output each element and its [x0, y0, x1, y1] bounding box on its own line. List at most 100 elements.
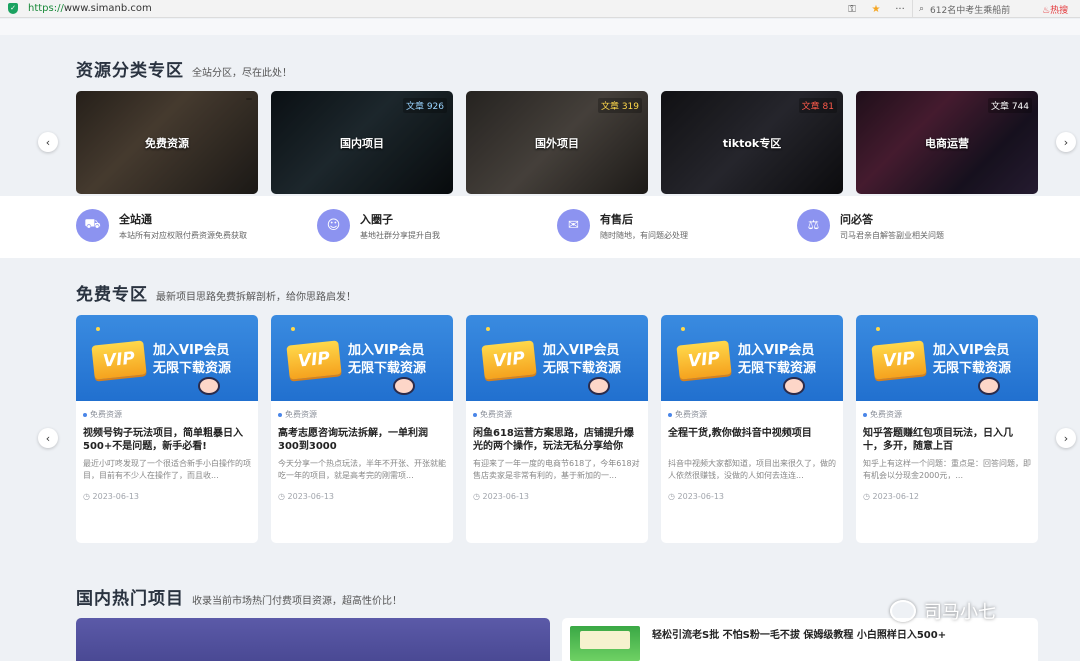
hot-item-title[interactable]: 轻松引流老S批 不怕S粉一毛不拔 保姆级教程 小白照样日入500+: [652, 626, 946, 641]
free-next-button[interactable]: ›: [1056, 428, 1076, 448]
carousel-next-button[interactable]: ›: [1056, 132, 1076, 152]
url-field[interactable]: https://www.simanb.com: [28, 3, 152, 14]
hand-icon: [978, 377, 1000, 395]
section-title: 资源分类专区: [76, 61, 184, 81]
chevron-left-icon: ‹: [45, 135, 51, 149]
clock-icon: ◷: [278, 492, 288, 501]
card-title[interactable]: 高考志愿咨询玩法拆解，一单利润300到3000: [278, 427, 446, 453]
hot-feature-banner[interactable]: [76, 618, 550, 661]
feature-desc: 本站所有对应权限付费资源免费获取: [119, 230, 247, 240]
feature-after-sales[interactable]: ✉ 有售后 随时随地，有问题必处理: [557, 209, 688, 242]
chevron-right-icon: ›: [1063, 135, 1069, 149]
card-excerpt: 最近小叮咚发现了一个很适合新手小白操作的项目，目前有不少人在操作了，而且收...: [83, 459, 251, 480]
hot-search-link[interactable]: ♨热搜: [1042, 3, 1080, 16]
card-title[interactable]: 闲鱼618运营方案思路，店铺提升爆光的两个操作，玩法无私分享给你: [473, 427, 641, 453]
free-heading: 免费专区 最新项目思路免费拆解剖析，给你思路启发！: [76, 280, 356, 305]
category-card-foreign[interactable]: 文章 319 国外项目: [466, 91, 648, 194]
hot-list-item[interactable]: 轻松引流老S批 不怕S粉一毛不拔 保姆级教程 小白照样日入500+: [562, 618, 1038, 661]
chevron-right-icon: ›: [1063, 431, 1069, 445]
banner-line1: 加入VIP会员: [738, 343, 815, 358]
category-label: 国外项目: [535, 137, 579, 150]
carousel-prev-button[interactable]: ‹: [38, 132, 58, 152]
banner-line1: 加入VIP会员: [153, 343, 230, 358]
vip-badge: VIP: [91, 340, 147, 380]
date-text: 2023-06-12: [872, 492, 920, 501]
vip-badge: VIP: [481, 340, 537, 380]
card-tag[interactable]: 免费资源: [473, 409, 641, 420]
browser-address-bar: ✓ https://www.simanb.com ⚿ ★ ··· ⌕ 612名中考…: [0, 0, 1080, 18]
hot-item-thumbnail: [570, 626, 640, 661]
key-icon[interactable]: ⚿: [840, 4, 864, 15]
date-text: 2023-06-13: [677, 492, 725, 501]
card-date: ◷ 2023-06-13: [83, 492, 251, 501]
article-count: [246, 98, 252, 100]
feature-title: 有售后: [600, 212, 633, 226]
watermark-text: 司马小七: [924, 602, 996, 623]
card-tag[interactable]: 免费资源: [83, 409, 251, 420]
vip-banner: VIP 加入VIP会员 无限下载资源: [76, 315, 258, 401]
sparkle-icon: [486, 327, 490, 331]
card-date: ◷ 2023-06-12: [863, 492, 1031, 501]
free-card[interactable]: VIP 加入VIP会员 无限下载资源 免费资源 高考志愿咨询玩法拆解，一单利润3…: [271, 315, 453, 543]
card-title[interactable]: 知乎答题赚红包项目玩法，日入几十，多开，随意上百: [863, 427, 1031, 453]
free-card[interactable]: VIP 加入VIP会员 无限下载资源 免费资源 全程干货,教你做抖音中视频项目 …: [661, 315, 843, 543]
category-label: 国内项目: [340, 137, 384, 150]
category-card-tiktok[interactable]: 文章 81 tiktok专区: [661, 91, 843, 194]
card-title[interactable]: 视频号钩子玩法项目，简单粗暴日入500+不是问题，新手必看!: [83, 427, 251, 453]
search-text: 612名中考生乘船前: [930, 5, 1011, 16]
qa-icon: ⚖: [797, 209, 830, 242]
star-icon[interactable]: ★: [864, 4, 888, 15]
free-card[interactable]: VIP 加入VIP会员 无限下载资源 免费资源 闲鱼618运营方案思路，店铺提升…: [466, 315, 648, 543]
card-tag[interactable]: 免费资源: [278, 409, 446, 420]
hot-heading: 国内热门项目 收录当前市场热门付费项目资源，超高性价比！: [76, 584, 402, 609]
category-card-free[interactable]: 免费资源: [76, 91, 258, 194]
watermark: 司马小七: [890, 598, 996, 624]
more-icon[interactable]: ···: [888, 4, 912, 15]
category-card-domestic[interactable]: 文章 926 国内项目: [271, 91, 453, 194]
free-prev-button[interactable]: ‹: [38, 428, 58, 448]
article-count: 文章 319: [597, 98, 642, 113]
hand-icon: [198, 377, 220, 395]
feature-join-circle[interactable]: ☺ 入圈子 基地社群分享提升自我: [317, 209, 440, 242]
card-date: ◷ 2023-06-13: [668, 492, 836, 501]
feature-all-access[interactable]: ⛟ 全站通 本站所有对应权限付费资源免费获取: [76, 209, 247, 242]
banner-line2: 无限下载资源: [348, 361, 427, 376]
free-carousel: VIP 加入VIP会员 无限下载资源 免费资源 视频号钩子玩法项目，简单粗暴日入…: [76, 315, 1038, 543]
chat-icon: ✉: [557, 209, 590, 242]
feature-title: 入圈子: [360, 212, 393, 226]
section-title: 免费专区: [76, 285, 148, 305]
clock-icon: ◷: [863, 492, 873, 501]
dot-icon: [83, 412, 87, 417]
vip-banner: VIP 加入VIP会员 无限下载资源: [466, 315, 648, 401]
card-tag[interactable]: 免费资源: [863, 409, 1031, 420]
category-carousel: 免费资源 文章 926 国内项目 文章 319 国外项目 文章 81 tikto…: [76, 91, 1038, 194]
category-card-ecommerce[interactable]: 文章 744 电商运营: [856, 91, 1038, 194]
url-protocol: https://: [28, 3, 64, 14]
tag-label: 免费资源: [90, 410, 122, 419]
feature-qa[interactable]: ⚖ 问必答 司马君亲自解答副业相关问题: [797, 209, 944, 242]
vip-banner: VIP 加入VIP会员 无限下载资源: [856, 315, 1038, 401]
top-strip: [0, 19, 1080, 35]
banner-line2: 无限下载资源: [738, 361, 817, 376]
categories-heading: 资源分类专区 全站分区，尽在此处！: [76, 56, 292, 81]
browser-search-box[interactable]: ⌕ 612名中考生乘船前: [912, 0, 1042, 18]
banner-line2: 无限下载资源: [153, 361, 232, 376]
card-excerpt: 今天分享一个热点玩法，半年不开张、开张就能吃一年的项目，就是高考完的刚需项...: [278, 459, 446, 480]
article-count: 文章 744: [987, 98, 1032, 113]
url-host: www.simanb.com: [63, 3, 152, 14]
banner-line2: 无限下载资源: [933, 361, 1012, 376]
card-excerpt: 抖音中视频大家都知道，项目出来很久了，做的人依然很赚钱，没做的人如何去连连...: [668, 459, 836, 480]
car-icon: ⛟: [76, 209, 109, 242]
free-card[interactable]: VIP 加入VIP会员 无限下载资源 免费资源 知乎答题赚红包项目玩法，日入几十…: [856, 315, 1038, 543]
card-tag[interactable]: 免费资源: [668, 409, 836, 420]
card-title[interactable]: 全程干货,教你做抖音中视频项目: [668, 427, 836, 453]
date-text: 2023-06-13: [92, 492, 140, 501]
feature-desc: 基地社群分享提升自我: [360, 230, 440, 240]
feature-desc: 司马君亲自解答副业相关问题: [840, 230, 944, 240]
section-subtitle: 收录当前市场热门付费项目资源，超高性价比！: [192, 596, 402, 607]
hot-label: 热搜: [1050, 5, 1069, 16]
free-card[interactable]: VIP 加入VIP会员 无限下载资源 免费资源 视频号钩子玩法项目，简单粗暴日入…: [76, 315, 258, 543]
dot-icon: [668, 412, 672, 417]
clock-icon: ◷: [83, 492, 93, 501]
category-label: 电商运营: [925, 137, 969, 150]
